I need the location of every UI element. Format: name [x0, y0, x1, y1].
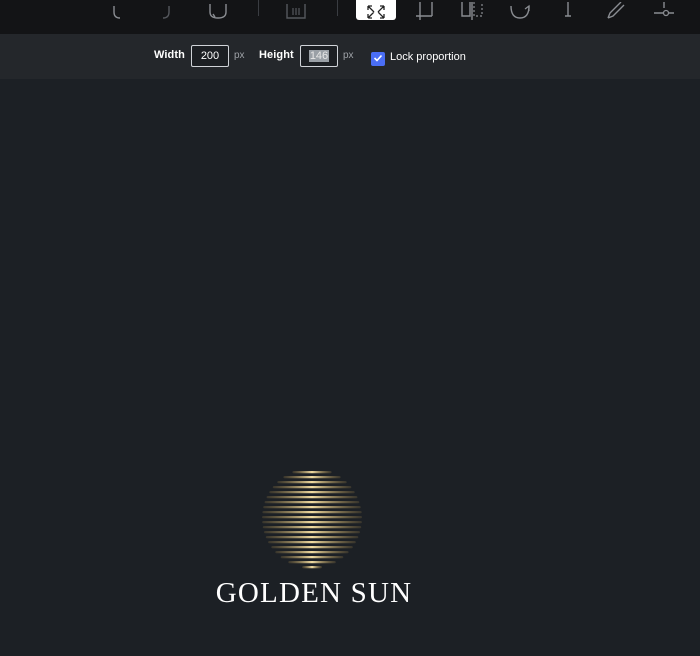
edited-image: GOLDEN SUN	[214, 459, 414, 609]
editor-canvas[interactable]: GOLDEN SUN	[0, 79, 700, 656]
height-input-selection: 146	[308, 50, 330, 62]
redo-icon	[155, 6, 177, 20]
crop-button[interactable]	[405, 0, 445, 20]
rotate-button[interactable]	[500, 0, 540, 20]
undo-button[interactable]	[95, 0, 135, 20]
sun-stripe	[268, 541, 356, 544]
resize-options-bar: Width px Height 146 px Lock proportion	[0, 34, 700, 79]
sun-emblem	[262, 459, 362, 571]
width-input[interactable]	[191, 45, 229, 67]
reset-button[interactable]	[198, 0, 238, 20]
toolbar-divider	[337, 0, 338, 16]
sun-stripe	[272, 486, 352, 489]
resize-icon	[365, 4, 387, 20]
height-unit: px	[343, 50, 354, 61]
text-icon	[557, 2, 579, 20]
sun-stripe	[265, 536, 359, 539]
reset-icon	[206, 4, 230, 20]
sun-stripe	[302, 566, 322, 569]
sun-stripe	[262, 521, 362, 524]
sun-stripe	[264, 531, 360, 534]
height-label: Height	[259, 49, 294, 61]
redo-button[interactable]	[146, 0, 186, 20]
pencil-icon	[604, 2, 628, 20]
undo-icon	[104, 6, 126, 20]
sun-stripe	[292, 471, 332, 474]
sun-stripe	[263, 506, 361, 509]
sun-stripe	[264, 501, 360, 504]
lock-proportion-checkbox[interactable]	[371, 52, 385, 66]
top-toolbar	[0, 0, 700, 34]
sun-stripe	[283, 476, 341, 479]
width-label: Width	[154, 49, 185, 61]
height-input[interactable]: 146	[300, 45, 338, 67]
brand-wordmark: GOLDEN SUN	[215, 577, 413, 609]
sun-stripe	[262, 511, 362, 514]
crop-icon	[414, 2, 436, 20]
lock-proportion-label: Lock proportion	[390, 51, 466, 63]
flip-icon	[460, 2, 484, 20]
sun-stripe	[271, 546, 353, 549]
sun-stripe	[269, 491, 355, 494]
sun-stripe	[262, 516, 362, 519]
delete-icon	[285, 4, 307, 20]
sun-stripe	[266, 496, 358, 499]
filter-button[interactable]	[644, 0, 684, 20]
sun-stripe	[277, 481, 347, 484]
text-button[interactable]	[548, 0, 588, 20]
sun-stripe	[288, 561, 336, 564]
draw-button[interactable]	[596, 0, 636, 20]
sun-stripe	[275, 551, 349, 554]
resize-button[interactable]	[356, 0, 396, 20]
flip-button[interactable]	[452, 0, 492, 20]
checkmark-icon	[373, 50, 383, 68]
rotate-icon	[509, 4, 531, 20]
sun-stripe	[280, 556, 344, 559]
delete-button[interactable]	[276, 0, 316, 20]
toolbar-divider	[258, 0, 259, 16]
width-unit: px	[234, 50, 245, 61]
adjust-icon	[652, 2, 676, 20]
sun-stripe	[262, 526, 362, 529]
image-editor: Width px Height 146 px Lock proportion	[0, 0, 700, 656]
